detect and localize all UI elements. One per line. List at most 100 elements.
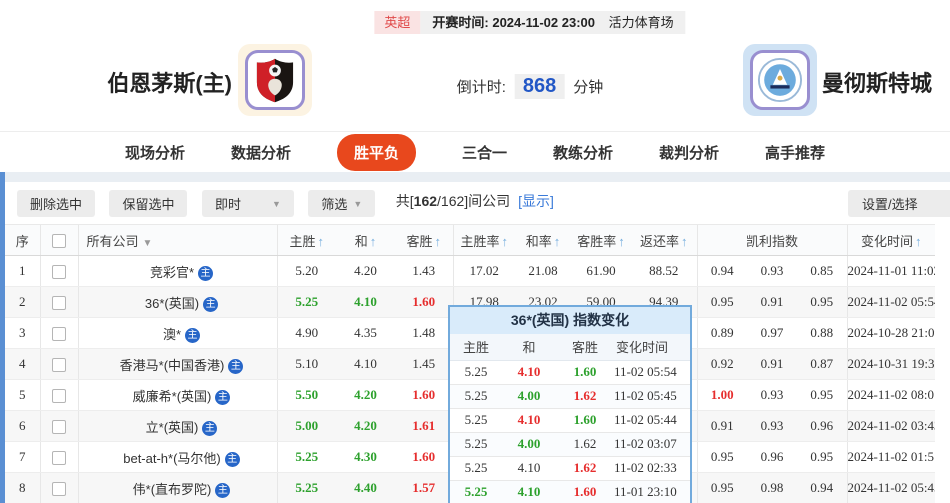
popup-col-draw: 和	[502, 334, 556, 360]
settings-button[interactable]: 设置/选择	[848, 190, 950, 217]
sort-up-icon: ↑	[915, 234, 922, 249]
background-band	[0, 172, 950, 182]
row-checkbox[interactable]	[52, 389, 66, 403]
col-home-rate[interactable]: 主胜率↑	[453, 225, 515, 256]
col-home-odds[interactable]: 主胜↑	[277, 225, 336, 256]
odds-cell[interactable]: 4.10	[336, 349, 395, 380]
rate-cell: 88.52	[631, 256, 697, 287]
company-name[interactable]: 澳*	[163, 327, 181, 342]
popup-time-cell: 11-02 05:54	[614, 360, 690, 384]
change-time-cell: 2024-11-02 03:43	[847, 411, 935, 442]
sort-up-icon: ↑	[370, 234, 377, 249]
col-return-rate[interactable]: 返还率↑	[631, 225, 697, 256]
popup-time-cell: 11-02 03:07	[614, 432, 690, 456]
show-link[interactable]: [显示]	[518, 193, 554, 209]
company-name[interactable]: bet-at-h*(马尔他)	[123, 451, 221, 466]
odds-cell[interactable]: 1.61	[395, 411, 453, 442]
odds-cell[interactable]: 4.30	[336, 442, 395, 473]
odds-cell[interactable]: 1.60	[395, 380, 453, 411]
odds-cell[interactable]: 1.45	[395, 349, 453, 380]
odds-cell[interactable]: 4.20	[336, 380, 395, 411]
col-away-rate[interactable]: 客胜率↑	[571, 225, 631, 256]
odds-cell[interactable]: 5.25	[277, 287, 336, 318]
odds-cell[interactable]: 1.60	[395, 287, 453, 318]
odds-cell[interactable]: 5.50	[277, 380, 336, 411]
filter-dropdown[interactable]: 筛选 ▼	[308, 190, 375, 217]
row-checkbox[interactable]	[52, 451, 66, 465]
change-time-cell: 2024-11-02 05:54	[847, 287, 935, 318]
tab-0[interactable]: 现场分析	[125, 142, 185, 163]
rate-cell: 21.08	[515, 256, 571, 287]
row-checkbox[interactable]	[52, 482, 66, 496]
odds-cell[interactable]: 4.20	[336, 256, 395, 287]
odds-cell[interactable]: 1.57	[395, 473, 453, 503]
col-draw-odds[interactable]: 和↑	[336, 225, 395, 256]
popup-odds-cell: 4.10	[502, 456, 556, 480]
company-name[interactable]: 竞彩官*	[150, 265, 194, 280]
home-indicator-icon: 主	[228, 359, 243, 374]
delete-selected-button[interactable]: 删除选中	[17, 190, 95, 217]
sort-up-icon: ↑	[681, 234, 688, 249]
odds-cell[interactable]: 5.20	[277, 256, 336, 287]
odds-cell[interactable]: 4.40	[336, 473, 395, 503]
tab-6[interactable]: 高手推荐	[765, 142, 825, 163]
odds-cell[interactable]: 5.25	[277, 442, 336, 473]
company-name[interactable]: 立*(英国)	[146, 420, 199, 435]
company-name[interactable]: 香港马*(中国香港)	[120, 358, 225, 373]
kelly-cell: 0.96	[797, 411, 847, 442]
odds-cell[interactable]: 5.25	[277, 473, 336, 503]
col-change-time[interactable]: 变化时间↑	[847, 225, 935, 256]
row-number: 6	[5, 411, 40, 442]
company-name[interactable]: 伟*(直布罗陀)	[133, 482, 212, 497]
col-draw-rate[interactable]: 和率↑	[515, 225, 571, 256]
chevron-down-icon: ▼	[353, 199, 362, 209]
odds-cell[interactable]: 1.60	[395, 442, 453, 473]
row-checkbox[interactable]	[52, 296, 66, 310]
odds-cell[interactable]: 1.48	[395, 318, 453, 349]
company-name[interactable]: 36*(英国)	[145, 296, 199, 311]
col-company[interactable]: 所有公司▼	[78, 225, 277, 256]
popup-time-cell: 11-01 23:10	[614, 480, 690, 503]
home-indicator-icon: 主	[185, 328, 200, 343]
col-away-odds[interactable]: 客胜↑	[395, 225, 453, 256]
col-select	[40, 225, 78, 256]
sort-up-icon: ↑	[502, 234, 509, 249]
popup-row: 5.254.101.6011-02 05:44	[450, 408, 690, 432]
home-team-badge	[238, 44, 312, 116]
kelly-cell: 0.95	[797, 287, 847, 318]
row-checkbox[interactable]	[52, 265, 66, 279]
row-number: 5	[5, 380, 40, 411]
odds-cell[interactable]: 5.10	[277, 349, 336, 380]
kickoff-info: 开赛时间: 2024-11-02 23:00 活力体育场	[420, 11, 685, 34]
select-all-checkbox[interactable]	[52, 234, 66, 248]
kelly-cell: 0.88	[797, 318, 847, 349]
time-filter-dropdown[interactable]: 即时 ▼	[202, 190, 294, 217]
odds-cell[interactable]: 1.43	[395, 256, 453, 287]
popup-odds-cell: 1.62	[556, 384, 614, 408]
company-name[interactable]: 威廉希*(英国)	[133, 389, 212, 404]
tab-4[interactable]: 教练分析	[553, 142, 613, 163]
tab-3[interactable]: 三合一	[462, 142, 507, 163]
row-checkbox[interactable]	[52, 327, 66, 341]
kickoff-label: 开赛时间:	[432, 15, 488, 30]
kelly-cell: 0.93	[747, 380, 797, 411]
row-checkbox[interactable]	[52, 358, 66, 372]
popup-odds-cell: 1.60	[556, 408, 614, 432]
odds-cell[interactable]: 4.90	[277, 318, 336, 349]
odds-cell[interactable]: 4.20	[336, 411, 395, 442]
odds-cell[interactable]: 4.10	[336, 287, 395, 318]
odds-cell[interactable]: 4.35	[336, 318, 395, 349]
popup-col-time: 变化时间	[614, 334, 690, 360]
popup-col-home: 主胜	[450, 334, 502, 360]
col-seq: 序	[5, 225, 40, 256]
rate-cell: 17.02	[453, 256, 515, 287]
tab-1[interactable]: 数据分析	[231, 142, 291, 163]
tab-2[interactable]: 胜平负	[337, 134, 416, 171]
row-checkbox[interactable]	[52, 420, 66, 434]
keep-selected-button[interactable]: 保留选中	[109, 190, 187, 217]
tab-5[interactable]: 裁判分析	[659, 142, 719, 163]
popup-time-cell: 11-02 02:33	[614, 456, 690, 480]
odds-cell[interactable]: 5.00	[277, 411, 336, 442]
table-row: 1竞彩官*主5.204.201.4317.0221.0861.9088.520.…	[5, 256, 935, 287]
odds-change-popup: 36*(英国) 指数变化 主胜 和 客胜 变化时间 5.254.101.6011…	[448, 305, 692, 503]
